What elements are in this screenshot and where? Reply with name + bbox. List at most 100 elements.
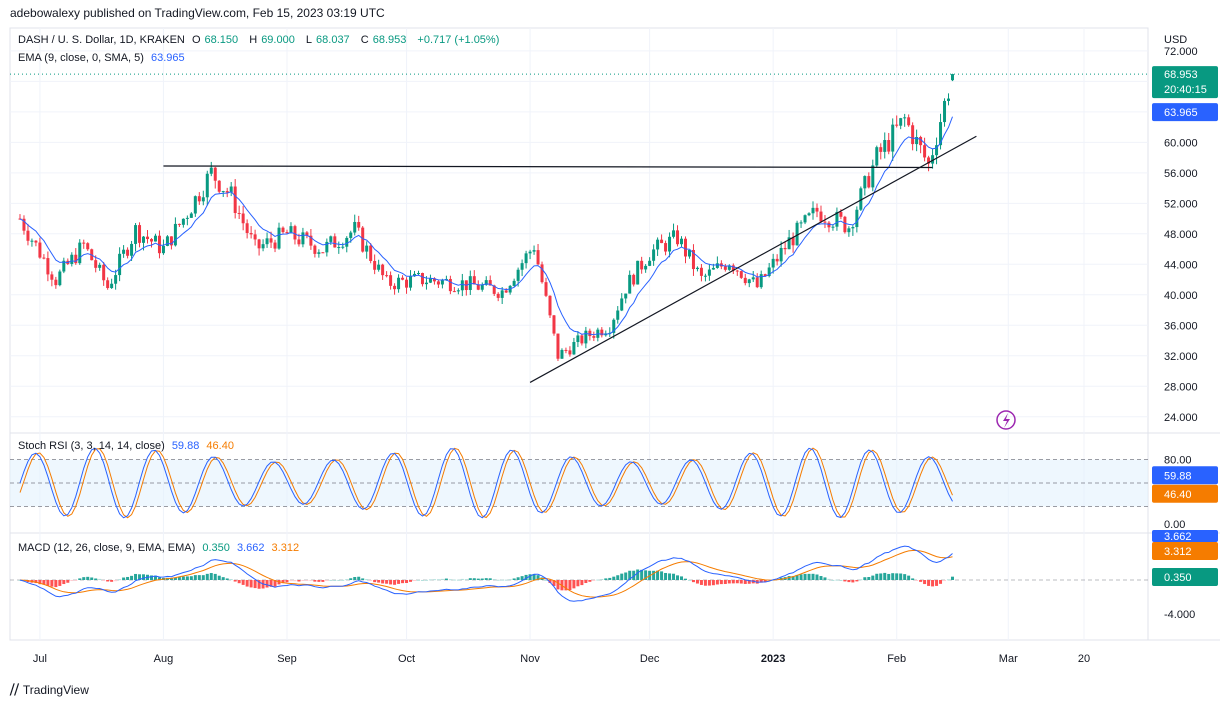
- macd-histogram-bar: [604, 578, 608, 580]
- macd-histogram-bar: [377, 580, 381, 583]
- macd-histogram-bar: [110, 580, 114, 582]
- macd-histogram-bar: [504, 579, 508, 581]
- macd-histogram-bar: [727, 580, 731, 584]
- horizontal-line: [163, 165, 933, 169]
- price-tick-label: 52.000: [1164, 198, 1198, 210]
- candle-body: [197, 196, 201, 202]
- price-tick-label: 56.000: [1164, 168, 1198, 180]
- candle-body: [576, 335, 580, 343]
- macd-histogram-bar: [739, 580, 743, 584]
- macd-histogram-bar: [90, 577, 94, 580]
- candle-body: [648, 260, 652, 266]
- candle-body: [683, 238, 687, 257]
- macd-histogram-bar: [508, 579, 512, 581]
- macd-histogram-bar: [285, 580, 289, 583]
- macd-histogram-bar: [935, 580, 939, 586]
- time-tick-label: Dec: [640, 653, 660, 665]
- macd-histogram-bar: [297, 580, 301, 582]
- candle-body: [46, 258, 50, 275]
- candle-body: [393, 285, 397, 290]
- candle-body: [281, 227, 285, 233]
- macd-histogram-bar: [691, 580, 695, 583]
- time-tick-label: Aug: [154, 653, 174, 665]
- macd-histogram-bar: [460, 578, 464, 580]
- candle-body: [177, 223, 181, 225]
- macd-histogram-bar: [731, 580, 735, 584]
- macd-histogram-bar: [313, 580, 317, 582]
- candle-body: [185, 217, 189, 219]
- macd-histogram-bar: [233, 580, 237, 582]
- candle-body: [592, 336, 596, 338]
- macd-histogram-bar: [883, 572, 887, 580]
- price-tick-label: 72.000: [1164, 46, 1198, 58]
- macd-histogram-bar: [265, 580, 269, 588]
- macd-histogram-bar: [54, 580, 58, 588]
- macd-histogram-bar: [863, 577, 867, 580]
- stoch-k-value: 59.88: [171, 440, 200, 452]
- candle-body: [843, 216, 847, 233]
- candle-body: [110, 283, 114, 289]
- candle-body: [899, 118, 903, 126]
- candle-body: [217, 180, 221, 192]
- macd-legend[interactable]: MACD (12, 26, close, 9, EMA, EMA) 0.350 …: [18, 542, 303, 554]
- candle-body: [448, 278, 452, 292]
- macd-histogram-bar: [134, 573, 138, 580]
- candle-body: [656, 239, 660, 250]
- macd-histogram-bar: [393, 580, 397, 585]
- candle-body: [213, 167, 217, 181]
- macd-histogram-bar: [432, 579, 436, 581]
- macd-histogram-bar: [875, 573, 879, 580]
- macd-signal-tag-label: 3.312: [1164, 546, 1192, 558]
- ema-legend[interactable]: EMA (9, close, 0, SMA, 5) 63.965: [18, 52, 189, 64]
- macd-histogram-bar: [373, 580, 377, 583]
- macd-histogram-bar: [950, 576, 954, 580]
- footer-brand: TradingView: [22, 683, 89, 697]
- candle-body: [652, 249, 656, 261]
- candle-body: [126, 249, 130, 256]
- macd-histogram-bar: [428, 579, 432, 581]
- macd-histogram-bar: [600, 578, 604, 580]
- symbol-title[interactable]: DASH / U. S. Dollar, 1D, KRAKEN: [18, 34, 185, 46]
- macd-histogram-bar: [480, 578, 484, 580]
- candle-body: [867, 176, 871, 188]
- candle-body: [245, 223, 249, 234]
- stoch-legend[interactable]: Stoch RSI (3, 3, 14, 14, close) 59.88 46…: [18, 440, 238, 452]
- candle-body: [369, 245, 373, 261]
- tradingview-footer[interactable]: ⧸⧸ TradingView: [10, 682, 89, 698]
- candle-body: [703, 275, 707, 277]
- stoch-tick-label: 80.00: [1164, 455, 1192, 467]
- candle-body: [153, 235, 157, 242]
- candle-body: [420, 273, 424, 285]
- candle-body: [365, 245, 369, 252]
- time-tick-label: Oct: [398, 653, 415, 665]
- candle-body: [807, 213, 811, 216]
- macd-signal-value: 3.312: [271, 542, 300, 554]
- chart-svg[interactable]: USD72.00068.00064.00060.00056.00052.0004…: [0, 0, 1232, 707]
- macd-histogram-bar: [397, 580, 401, 584]
- symbol-legend: DASH / U. S. Dollar, 1D, KRAKEN O 68.150 …: [18, 34, 503, 46]
- candle-body: [193, 196, 197, 214]
- candle-body: [947, 98, 951, 101]
- macd-hist-tag-label: 0.350: [1164, 572, 1192, 584]
- macd-histogram-bar: [409, 580, 413, 582]
- macd-histogram-bar: [444, 578, 448, 580]
- candle-body: [329, 236, 333, 242]
- candle-body: [588, 330, 592, 337]
- stoch-d-value: 46.40: [206, 440, 234, 452]
- macd-histogram-bar: [205, 573, 209, 580]
- candle-body: [871, 165, 875, 188]
- macd-histogram-bar: [500, 579, 504, 581]
- candle-body: [261, 244, 265, 249]
- macd-histogram-bar: [70, 580, 74, 582]
- macd-histogram-bar: [78, 578, 82, 580]
- candle-body: [747, 279, 751, 284]
- candle-body: [397, 277, 401, 290]
- candle-body: [524, 253, 528, 264]
- macd-histogram-bar: [879, 573, 883, 580]
- candle-body: [82, 242, 86, 244]
- macd-histogram-bar: [624, 572, 628, 580]
- candle-body: [78, 242, 82, 264]
- candle-body: [687, 249, 691, 257]
- candle-body: [333, 236, 337, 248]
- candle-body: [564, 349, 568, 351]
